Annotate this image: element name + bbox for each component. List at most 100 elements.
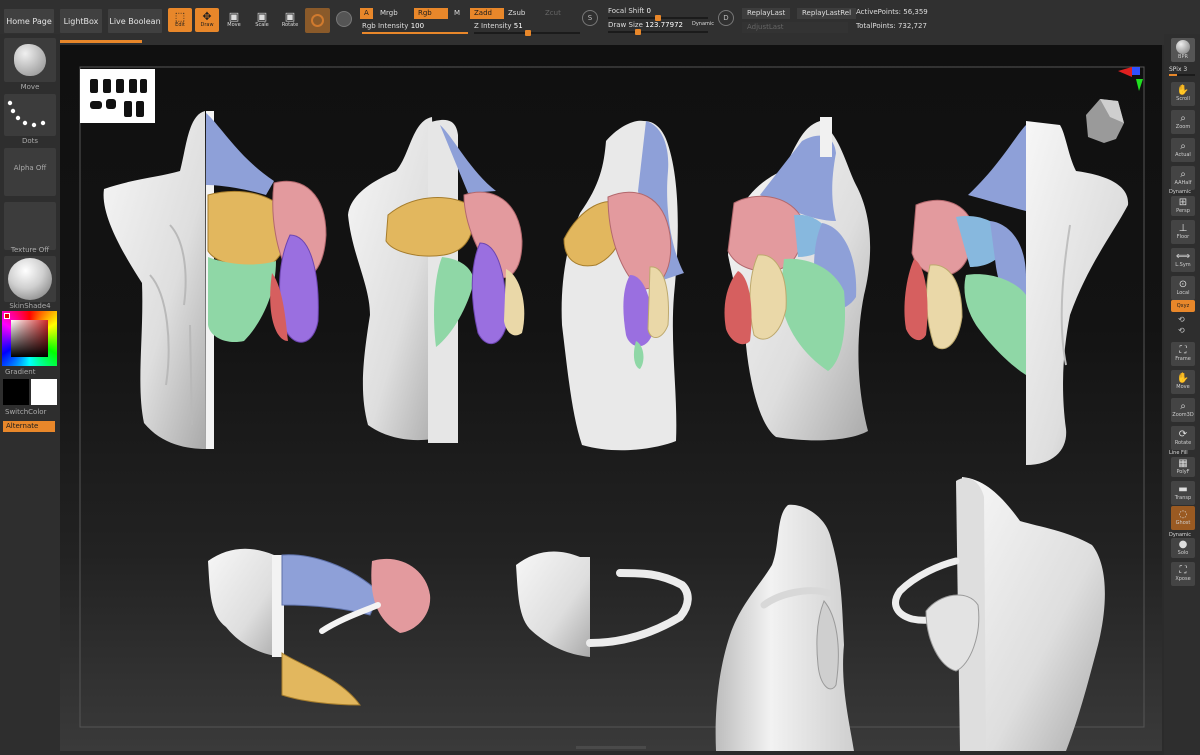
frame-button[interactable]: ⛶ Frame [1171, 342, 1195, 366]
aahalf-button[interactable]: ⌕ AAHalf [1171, 166, 1195, 190]
adjust-last-slider[interactable]: AdjustLast [742, 22, 848, 33]
frame-icon: ⛶ [1179, 344, 1187, 356]
transp-icon: ▬ [1178, 483, 1188, 495]
draw-size-slider[interactable]: Draw Size 123.77972 [608, 21, 683, 29]
actual-button[interactable]: ⌕ Actual [1171, 138, 1195, 162]
replay-last-button[interactable]: ReplayLast [742, 8, 791, 19]
transp-button[interactable]: ▬ Transp [1171, 481, 1195, 505]
floor-icon: ⊥ [1178, 222, 1188, 234]
bpr-sphere-icon [1176, 39, 1190, 54]
axis-gizmo[interactable] [1118, 67, 1143, 91]
m-toggle[interactable]: M [450, 8, 464, 19]
left-shelf: Move Dots Alpha Off Texture Off SkinShad… [0, 34, 73, 755]
shoulder-top-view-clavicle[interactable] [516, 551, 692, 657]
brush-selector[interactable] [4, 38, 56, 82]
top-toolbar: Home Page LightBox Live Boolean ⬚ Edit ✥… [0, 0, 1200, 45]
zadd-toggle[interactable]: Zadd [470, 8, 504, 19]
spix-slider[interactable]: SPix 3 [1169, 66, 1187, 73]
draw-icon: ✥ [202, 10, 212, 23]
floor-button[interactable]: ⊥ Floor [1171, 220, 1195, 244]
reference-thumbnail [80, 69, 155, 123]
alpha-selector[interactable] [4, 148, 56, 196]
sphere-icon[interactable] [336, 11, 352, 27]
move-button[interactable]: ▣ Move [222, 8, 246, 32]
zoom3d-button[interactable]: ⌕ Zoom3D [1171, 398, 1195, 422]
lsym-icon: ⟺ [1175, 250, 1191, 262]
stroke-selector[interactable] [4, 94, 56, 136]
a-toggle[interactable]: A [360, 8, 373, 19]
solo-button[interactable]: ● Solo [1171, 538, 1195, 558]
rgb-toggle[interactable]: Rgb [414, 8, 448, 19]
shoulder-top-view-muscles[interactable] [208, 548, 431, 706]
persp-icon: ⊞ [1178, 196, 1188, 208]
draw-size-track[interactable] [608, 29, 708, 35]
canvas-scrollbar[interactable] [576, 746, 646, 749]
lightbox-tab[interactable]: LightBox [60, 9, 102, 33]
rotate-button[interactable]: ▣ Rotate [278, 8, 302, 32]
material-sphere-icon [8, 258, 52, 300]
scapula-side-view[interactable] [715, 504, 854, 751]
focal-shift-slider[interactable]: Focal Shift 0 [608, 7, 651, 15]
material-brush-button[interactable] [305, 8, 330, 33]
live-boolean-tab[interactable]: Live Boolean [108, 9, 162, 33]
draw-size-knob[interactable] [635, 29, 641, 35]
scale-button[interactable]: ▣ Scale [250, 8, 274, 32]
rotate-icon: ▣ [284, 10, 296, 23]
aahalf-icon: ⌕ [1180, 168, 1186, 180]
ghost-icon: ◌ [1178, 508, 1188, 520]
dynamic-toggle[interactable]: Dynamic [692, 21, 714, 27]
zcut-toggle[interactable]: Zcut [541, 8, 565, 19]
rotate-y-icon[interactable]: ⟲ [1178, 315, 1185, 324]
replay-last-rel-button[interactable]: ReplayLastRel [797, 8, 857, 19]
focal-s-icon[interactable]: S [582, 10, 598, 26]
lsym-button[interactable]: ⟺ L.Sym [1171, 248, 1195, 272]
polyf-button[interactable]: ▦ PolyF [1171, 457, 1195, 477]
zoom3d-icon: ⌕ [1180, 400, 1186, 412]
main-color-swatch[interactable] [31, 379, 57, 405]
zoom-button[interactable]: ⌕ Zoom [1171, 110, 1195, 134]
rotate-view-button[interactable]: ⟳ Rotate [1171, 426, 1195, 450]
torso-back-three-quarter-view[interactable] [724, 117, 871, 441]
switch-color-button[interactable]: SwitchColor [5, 408, 65, 416]
move-view-button[interactable]: ✋ Move [1171, 370, 1195, 394]
rotate-z-icon[interactable]: ⟲ [1178, 326, 1185, 335]
z-intensity-knob[interactable] [525, 30, 532, 36]
head-orientation-gizmo[interactable] [1086, 99, 1124, 143]
persp-button[interactable]: ⊞ Persp [1171, 196, 1195, 216]
edit-icon: ⬚ [174, 10, 186, 23]
torso-side-view[interactable] [561, 120, 684, 451]
torso-front-view[interactable] [103, 111, 327, 449]
replay-d-icon[interactable]: D [718, 10, 734, 26]
zsub-toggle[interactable]: Zsub [504, 8, 529, 19]
draw-button[interactable]: ✥ Draw [195, 8, 219, 32]
texture-selector[interactable] [4, 202, 56, 250]
material-selector[interactable] [4, 256, 56, 302]
document-canvas[interactable] [60, 45, 1162, 751]
rgb-intensity-fill [362, 32, 468, 34]
qxyz-button[interactable]: Qxyz [1171, 300, 1195, 312]
line-fill-label: Line Fill [1169, 450, 1188, 456]
ghost-button[interactable]: ◌ Ghost [1171, 506, 1195, 530]
alternate-button[interactable]: Alternate [3, 421, 55, 432]
material-label: SkinShade4 [9, 302, 51, 310]
home-page-tab[interactable]: Home Page [4, 9, 54, 33]
local-button[interactable]: ⊙ Local [1171, 276, 1195, 300]
mrgb-toggle[interactable]: Mrgb [376, 8, 402, 19]
rgb-intensity-track[interactable] [362, 32, 468, 34]
color-picker[interactable] [2, 311, 57, 366]
spix-track[interactable] [1169, 74, 1195, 76]
texture-label: Texture Off [10, 246, 50, 254]
xpose-button[interactable]: ⛶ Xpose [1171, 562, 1195, 586]
secondary-color-swatch[interactable] [3, 379, 29, 405]
torso-three-quarter-view[interactable] [348, 117, 525, 443]
scapula-back-view[interactable] [892, 477, 1105, 751]
edit-button[interactable]: ⬚ Edit [168, 8, 192, 32]
z-intensity-slider[interactable]: Z Intensity 51 [474, 22, 523, 30]
rgb-intensity-slider[interactable]: Rgb Intensity 100 [362, 22, 424, 30]
focal-shift-track[interactable] [608, 15, 708, 21]
z-intensity-track[interactable] [474, 30, 580, 36]
torso-back-view[interactable] [904, 121, 1129, 465]
viewport-render[interactable] [60, 45, 1162, 751]
scroll-button[interactable]: ✋ Scroll [1171, 82, 1195, 106]
bpr-button[interactable]: BPR [1171, 38, 1195, 62]
